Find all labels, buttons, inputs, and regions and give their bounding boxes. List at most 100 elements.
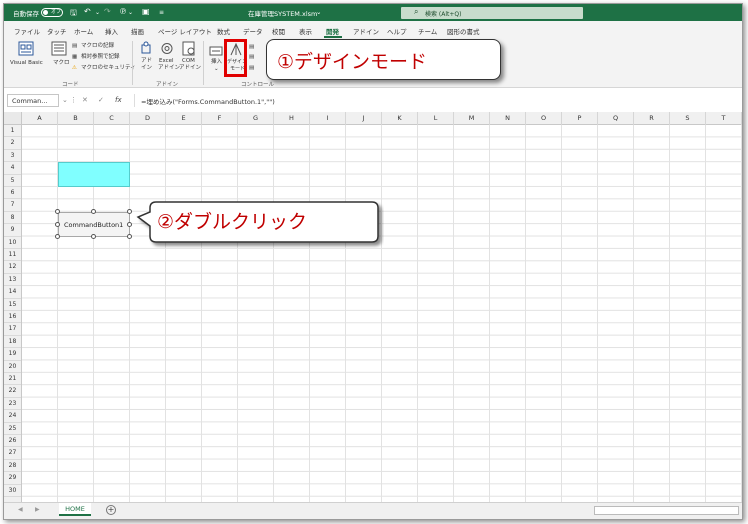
macro-security-label[interactable]: マクロのセキュリティ — [81, 65, 136, 72]
row-header-28[interactable]: 28 — [4, 460, 21, 473]
worksheet-grid[interactable]: ABCDEFGHIJKLMNOPQRST 1 2 3 4 5 6 7 8 9 10 11 12 13 14… — [4, 112, 742, 502]
column-header-d[interactable]: D — [130, 112, 166, 125]
formula-input[interactable]: =埋め込み("Forms.CommandButton.1","") — [134, 94, 740, 107]
redo-icon[interactable]: ↷ — [104, 7, 111, 16]
column-header-l[interactable]: L — [418, 112, 454, 125]
row-header-6[interactable]: 6 — [4, 187, 21, 200]
tab-review[interactable]: 校閲 — [272, 26, 285, 36]
row-header-19[interactable]: 19 — [4, 348, 21, 361]
resize-handle[interactable] — [91, 234, 96, 239]
column-header-a[interactable]: A — [22, 112, 58, 125]
record-macro-label[interactable]: マクロの記録 — [81, 43, 114, 50]
tab-view[interactable]: 表示 — [299, 26, 312, 36]
cyan-filled-cell[interactable] — [58, 162, 130, 187]
column-header-t[interactable]: T — [706, 112, 742, 125]
row-header-10[interactable]: 10 — [4, 237, 21, 249]
row-header-16[interactable]: 16 — [4, 311, 21, 324]
column-header-o[interactable]: O — [526, 112, 562, 125]
row-header-11[interactable]: 11 — [4, 249, 21, 262]
customize-qat-icon[interactable]: ≡ — [159, 9, 164, 16]
macro-icon[interactable] — [51, 41, 67, 56]
autosave-toggle[interactable]: オフ — [41, 8, 63, 17]
row-header-12[interactable]: 12 — [4, 261, 21, 274]
select-all-corner[interactable] — [4, 112, 22, 125]
search-box[interactable]: ⌕ 検索 (Alt+Q) — [401, 7, 583, 19]
row-header-2[interactable]: 2 — [4, 137, 21, 150]
row-header-20[interactable]: 20 — [4, 361, 21, 373]
row-header-5[interactable]: 5 — [4, 175, 21, 187]
row-header-3[interactable]: 3 — [4, 150, 21, 163]
cancel-icon[interactable]: ✕ — [82, 96, 88, 104]
visual-basic-label[interactable]: Visual Basic — [10, 60, 43, 67]
excel-addins-icon[interactable] — [159, 41, 175, 56]
com-addins-icon[interactable] — [181, 41, 197, 56]
view-code-icon[interactable]: ▤ — [249, 54, 254, 61]
row-header-4[interactable]: 4 — [4, 162, 21, 175]
format-icon[interactable]: ℗ — [119, 7, 127, 16]
insert-control-label[interactable]: 挿入 — [211, 59, 222, 66]
row-header-29[interactable]: 29 — [4, 472, 21, 485]
macro-label[interactable]: マクロ — [53, 60, 70, 67]
column-header-c[interactable]: C — [94, 112, 130, 125]
resize-handle[interactable] — [55, 209, 60, 214]
tab-addins[interactable]: アドイン — [353, 26, 379, 36]
tab-formulas[interactable]: 数式 — [217, 26, 230, 36]
resize-handle[interactable] — [127, 209, 132, 214]
format-dropdown-icon[interactable]: ⌄ — [128, 9, 133, 16]
undo-icon[interactable]: ↶ — [84, 7, 91, 16]
row-header-15[interactable]: 15 — [4, 299, 21, 311]
addins-label-line1[interactable]: アド — [141, 58, 152, 65]
row-header-14[interactable]: 14 — [4, 286, 21, 299]
tab-help[interactable]: ヘルプ — [387, 26, 407, 36]
addins-icon[interactable] — [138, 41, 154, 56]
tab-shape-format[interactable]: 図形の書式 — [447, 26, 480, 36]
namebox-dropdown-icon[interactable]: ⌄ — [62, 96, 68, 104]
column-header-e[interactable]: E — [166, 112, 202, 125]
column-header-b[interactable]: B — [58, 112, 94, 125]
tab-team[interactable]: チーム — [418, 26, 437, 36]
row-header-23[interactable]: 23 — [4, 398, 21, 411]
enter-icon[interactable]: ✓ — [98, 96, 104, 104]
column-header-m[interactable]: M — [454, 112, 490, 125]
insert-function-icon[interactable]: fx — [115, 96, 122, 104]
resize-handle[interactable] — [127, 234, 132, 239]
row-header-9[interactable]: 9 — [4, 224, 21, 237]
sheet-tab-home[interactable]: HOME — [59, 503, 91, 516]
row-header-18[interactable]: 18 — [4, 336, 21, 349]
row-header-27[interactable]: 27 — [4, 447, 21, 460]
tab-file[interactable]: ファイル — [14, 26, 40, 36]
tab-data[interactable]: データ — [243, 26, 263, 36]
excel-addins-label-line2[interactable]: アドイン — [158, 65, 180, 72]
name-box[interactable]: Comman... — [7, 94, 59, 107]
next-sheet-icon[interactable]: ▶ — [35, 506, 40, 513]
column-header-g[interactable]: G — [238, 112, 274, 125]
column-header-i[interactable]: I — [310, 112, 346, 125]
save-icon[interactable]: 🖫 — [70, 7, 77, 21]
cells-area[interactable]: CommandButton1 — [22, 125, 742, 502]
run-dialog-icon[interactable]: ▤ — [249, 65, 254, 72]
row-header-7[interactable]: 7 — [4, 199, 21, 212]
undo-dropdown-icon[interactable]: ⌄ — [95, 9, 100, 16]
print-preview-icon[interactable]: ▣ — [142, 7, 150, 16]
title-chevron-icon[interactable]: ⌄ — [316, 8, 321, 16]
column-header-k[interactable]: K — [382, 112, 418, 125]
row-header-17[interactable]: 17 — [4, 323, 21, 336]
resize-handle[interactable] — [55, 234, 60, 239]
column-header-h[interactable]: H — [274, 112, 310, 125]
column-header-n[interactable]: N — [490, 112, 526, 125]
insert-control-icon[interactable] — [209, 44, 224, 58]
addins-label-line2[interactable]: イン — [141, 65, 152, 72]
row-header-30[interactable]: 30 — [4, 485, 21, 497]
tab-touch[interactable]: タッチ — [47, 26, 67, 36]
insert-dropdown-icon[interactable]: ⌄ — [214, 66, 219, 73]
column-header-r[interactable]: R — [634, 112, 670, 125]
add-sheet-icon[interactable]: + — [106, 505, 116, 515]
com-addins-label-line2[interactable]: アドイン — [179, 65, 201, 72]
resize-handle[interactable] — [91, 209, 96, 214]
relative-ref-label[interactable]: 相対参照で記録 — [81, 54, 120, 61]
record-macro-icon[interactable]: ▤ — [72, 43, 77, 50]
tab-page-layout[interactable]: ページ レイアウト — [158, 26, 212, 36]
row-header-24[interactable]: 24 — [4, 410, 21, 423]
row-header-1[interactable]: 1 — [4, 125, 21, 138]
com-addins-label-line1[interactable]: COM — [182, 58, 195, 65]
